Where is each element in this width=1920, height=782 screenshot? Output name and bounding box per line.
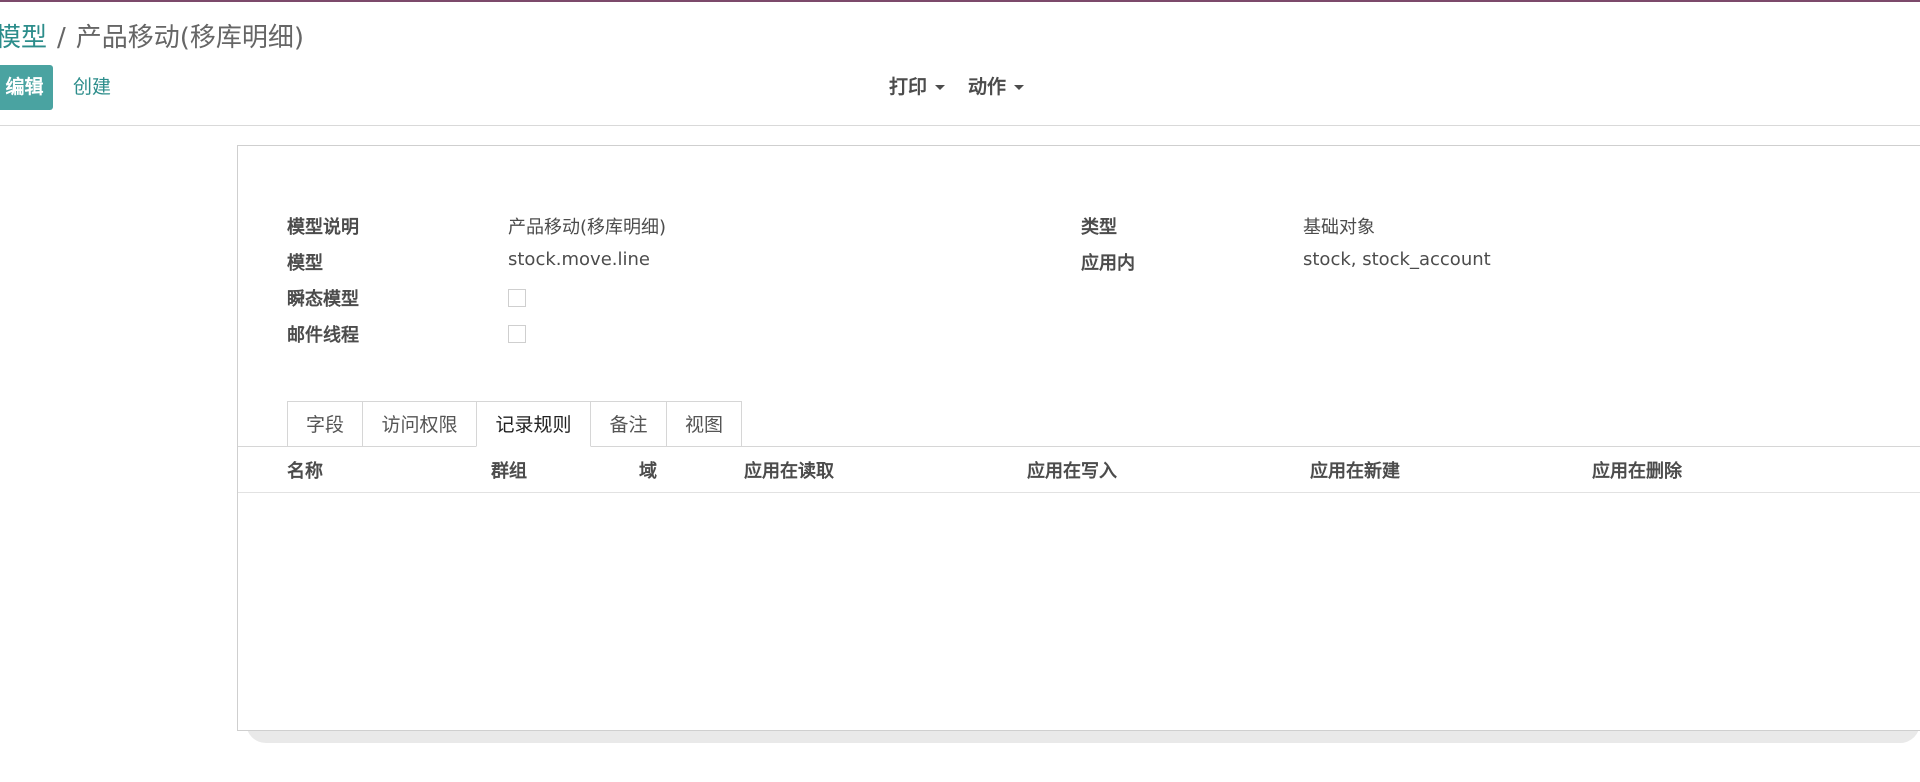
page-title: 产品移动(移库明细) bbox=[75, 23, 305, 53]
field-value-in-apps: stock, stock_account bbox=[1303, 249, 1491, 270]
field-value-model-description: 产品移动(移库明细) bbox=[508, 217, 667, 238]
field-label-in-apps: 应用内 bbox=[1081, 253, 1135, 274]
form-sheet: 模型说明 产品移动(移库明细) 模型 stock.move.line 瞬态模型 … bbox=[237, 145, 1920, 731]
table-header-divider bbox=[238, 492, 1920, 493]
print-dropdown-label: 打印 bbox=[889, 76, 928, 98]
tab-fields[interactable]: 字段 bbox=[287, 401, 363, 447]
action-dropdown[interactable]: 动作 bbox=[968, 65, 1025, 110]
column-header-apply-read[interactable]: 应用在读取 bbox=[744, 457, 834, 483]
caret-down-icon bbox=[1014, 85, 1025, 90]
field-label-transient-model: 瞬态模型 bbox=[287, 289, 359, 310]
tab-views[interactable]: 视图 bbox=[666, 401, 742, 447]
field-label-mail-thread: 邮件线程 bbox=[287, 325, 359, 346]
column-header-groups[interactable]: 群组 bbox=[491, 457, 527, 483]
top-accent-bar bbox=[0, 0, 1920, 2]
column-header-apply-delete[interactable]: 应用在删除 bbox=[1592, 457, 1682, 483]
column-header-name[interactable]: 名称 bbox=[287, 457, 323, 483]
column-header-domain[interactable]: 域 bbox=[639, 457, 657, 483]
edit-button[interactable]: 编辑 bbox=[0, 65, 53, 110]
column-header-apply-create[interactable]: 应用在新建 bbox=[1310, 457, 1400, 483]
tab-access-rights[interactable]: 访问权限 bbox=[362, 401, 477, 447]
print-dropdown[interactable]: 打印 bbox=[889, 65, 946, 110]
create-button[interactable]: 创建 bbox=[73, 65, 111, 110]
tab-notes[interactable]: 备注 bbox=[590, 401, 667, 447]
field-value-model: stock.move.line bbox=[508, 249, 650, 270]
field-label-model-description: 模型说明 bbox=[287, 217, 359, 238]
breadcrumb-parent-link[interactable]: 模型 bbox=[0, 23, 47, 53]
field-label-model: 模型 bbox=[287, 253, 323, 274]
column-header-apply-write[interactable]: 应用在写入 bbox=[1027, 457, 1117, 483]
field-value-type: 基础对象 bbox=[1303, 217, 1375, 238]
tab-record-rules[interactable]: 记录规则 bbox=[476, 401, 591, 447]
field-label-type: 类型 bbox=[1081, 217, 1117, 238]
control-panel-divider bbox=[0, 125, 1920, 126]
breadcrumb-separator: / bbox=[57, 23, 66, 53]
action-dropdown-label: 动作 bbox=[968, 76, 1007, 98]
breadcrumb: 模型 / 产品移动(移库明细) bbox=[0, 19, 304, 57]
caret-down-icon bbox=[935, 85, 946, 90]
transient-model-checkbox[interactable] bbox=[508, 289, 526, 307]
mail-thread-checkbox[interactable] bbox=[508, 325, 526, 343]
